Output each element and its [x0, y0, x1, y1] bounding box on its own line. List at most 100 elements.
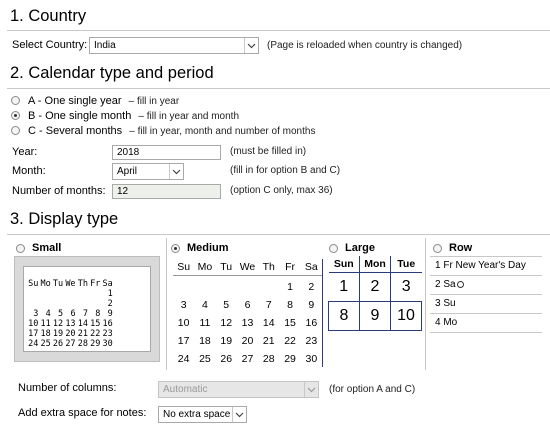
calendar-week-row: 2 [26, 299, 146, 309]
option-c-radio[interactable] [11, 126, 20, 135]
circle-icon [456, 281, 464, 288]
option-b-label[interactable]: B - One single month – fill in year and … [28, 110, 239, 122]
small-calendar: Su Mo Tu We Th Fr Sa 1 2 3 4 5 6 7 8 9 10 11 12 13 14 15 16 17… [23, 266, 151, 352]
row-calendar-preview[interactable]: 1 Fr New Year's Day 2 Sa 3 Su 4 Mo [430, 256, 542, 333]
row-item: 1 Fr New Year's Day [430, 257, 542, 276]
medium-calendar-header: Su Mo Tu We Th Fr Sa [173, 259, 322, 276]
number-of-columns-select[interactable]: Automatic [158, 381, 319, 398]
calendar-day [76, 289, 88, 299]
calendar-day [258, 278, 279, 296]
calendar-day: 24 [177, 353, 190, 365]
calendar-day: 9 [107, 309, 113, 319]
calendar-day: 9 [308, 299, 315, 311]
calendar-day: 14 [262, 317, 275, 329]
country-select[interactable]: India [89, 37, 259, 54]
small-radio[interactable] [16, 244, 25, 253]
calendar-day: 21 [77, 329, 88, 339]
large-calendar-header: Sun Mon Tue [328, 256, 422, 273]
large-calendar-preview[interactable]: Sun Mon Tue 1 2 3 8 9 10 [328, 256, 422, 331]
calendar-day [194, 278, 215, 296]
calendar-day: 5 [223, 299, 230, 311]
small-label[interactable]: Small [32, 242, 61, 254]
calendar-day: 25 [199, 353, 211, 365]
medium-label[interactable]: Medium [187, 242, 229, 254]
calendar-day: 3 [180, 299, 187, 311]
calendar-day [51, 299, 63, 309]
divider [7, 88, 550, 89]
calendar-day: 2 [308, 281, 315, 293]
calendar-day: 5 [58, 309, 64, 319]
chevron-down-icon [304, 382, 318, 397]
country-note: (Page is reloaded when country is change… [267, 40, 463, 51]
calendar-day [88, 299, 100, 309]
select-country-label: Select Country: [12, 39, 88, 51]
medium-radio[interactable] [171, 244, 180, 253]
section-3-heading: 3. Display type [10, 210, 119, 228]
small-calendar-preview[interactable]: Su Mo Tu We Th Fr Sa 1 2 3 4 5 6 7 8 9 10 11 12 13 14 15 16 17… [14, 256, 160, 362]
calendar-day: 28 [262, 353, 275, 365]
calendar-day [26, 299, 38, 309]
country-select-value: India [94, 40, 116, 51]
calendar-day [51, 289, 63, 299]
calendar-day: 22 [90, 329, 101, 339]
calendar-day: 25 [40, 339, 51, 349]
calendar-day: 15 [284, 317, 296, 329]
calendar-day: 3 [33, 309, 39, 319]
calendar-day: 12 [52, 319, 64, 329]
row-radio[interactable] [433, 244, 442, 253]
year-note: (must be filled in) [230, 146, 307, 157]
row-label[interactable]: Row [449, 242, 472, 254]
calendar-day: 1 [287, 281, 293, 293]
calendar-week-row: 24 25 26 27 28 29 30 [26, 339, 146, 349]
calendar-week-row: 17 18 19 20 21 22 23 [26, 329, 146, 339]
calendar-day: 20 [65, 329, 76, 339]
divider [166, 238, 167, 370]
medium-calendar-preview[interactable]: Su Mo Tu We Th Fr Sa 1 2 3 4 5 6 7 8 9 10 11 12 13 14 15 16 17… [173, 259, 323, 367]
calendar-day: 30 [102, 339, 113, 349]
calendar-day: 8 [287, 299, 293, 311]
option-c-label[interactable]: C - Several months – fill in year, month… [28, 125, 315, 137]
large-calendar-row: 8 9 10 [328, 300, 422, 331]
number-of-months-note: (option C only, max 36) [230, 185, 333, 196]
calendar-day: 24 [28, 339, 39, 349]
chevron-down-icon [244, 38, 258, 53]
row-item: 2 Sa [430, 276, 542, 295]
extra-space-value: No extra space [163, 409, 231, 420]
calendar-day [38, 299, 50, 309]
calendar-week-row: 3456789 [26, 309, 146, 319]
large-calendar-row: 1 2 3 [328, 271, 422, 302]
calendar-day: 6 [70, 309, 76, 319]
calendar-day: 15 [90, 319, 101, 329]
year-input[interactable]: 2018 [112, 145, 221, 160]
small-calendar-header: Su Mo Tu We Th Fr Sa [28, 279, 113, 289]
month-note: (fill in for option B and C) [230, 165, 341, 176]
calendar-day: 26 [220, 353, 233, 365]
option-b-radio[interactable] [11, 111, 20, 120]
calendar-day: 10 [28, 319, 39, 329]
calendar-day: 18 [199, 335, 211, 347]
large-label[interactable]: Large [345, 242, 375, 254]
calendar-day: 10 [177, 317, 190, 329]
calendar-week-row: 3456789 [173, 296, 322, 314]
calendar-week-row: 17 18 19 20 21 22 23 [173, 332, 322, 350]
calendar-day: 23 [305, 335, 318, 347]
calendar-day [88, 289, 100, 299]
calendar-day: 11 [199, 317, 211, 329]
number-of-months-input[interactable]: 12 [112, 184, 221, 199]
number-of-columns-value: Automatic [163, 384, 208, 395]
calendar-day: 22 [284, 335, 296, 347]
row-item: 4 Mo [430, 314, 542, 333]
calendar-day [237, 278, 258, 296]
calendar-day: 8 [95, 309, 101, 319]
row-item: 3 Su [430, 295, 542, 314]
large-radio[interactable] [329, 244, 338, 253]
extra-space-select[interactable]: No extra space [158, 406, 247, 423]
number-of-columns-note: (for option A and C) [329, 384, 416, 395]
calendar-day: 21 [262, 335, 275, 347]
calendar-day: 11 [40, 319, 51, 329]
calendar-day [173, 278, 194, 296]
option-a-label[interactable]: A - One single year – fill in year [28, 95, 179, 107]
option-a-radio[interactable] [11, 96, 20, 105]
month-select[interactable]: April [112, 163, 184, 180]
chevron-down-icon [232, 407, 246, 422]
